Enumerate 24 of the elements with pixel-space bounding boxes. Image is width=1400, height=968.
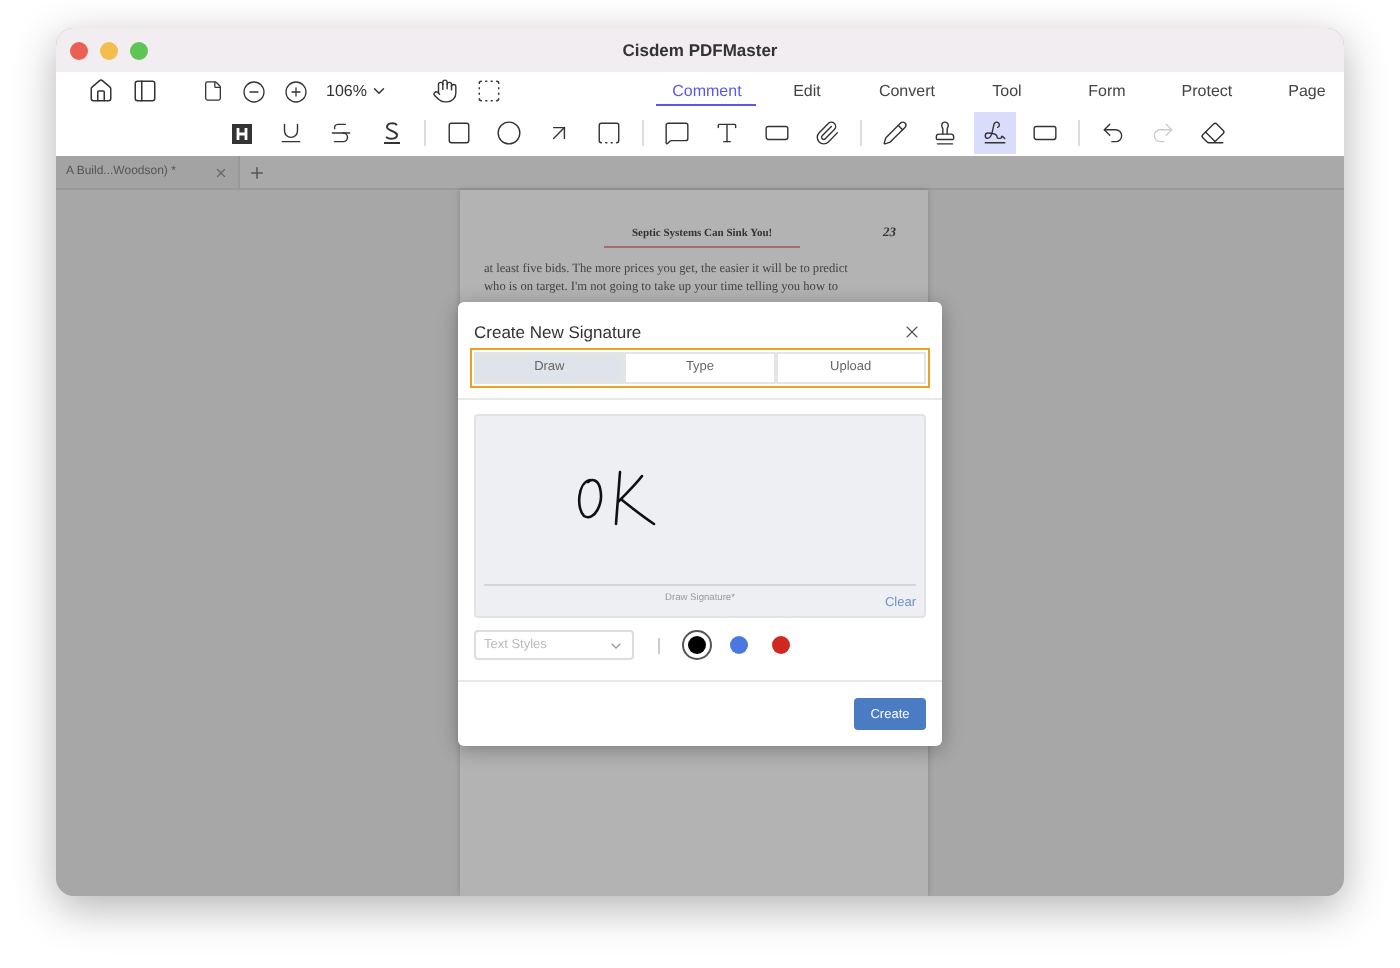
color-swatch[interactable] bbox=[772, 636, 790, 654]
window-title: Cisdem PDFMaster bbox=[622, 40, 778, 60]
zoom-in-icon[interactable] bbox=[284, 75, 308, 107]
dialog-title: Create New Signature bbox=[474, 322, 642, 342]
zoom-select[interactable]: 106% bbox=[326, 82, 389, 100]
mode-tab[interactable]: Page bbox=[1256, 77, 1344, 105]
selection-icon[interactable] bbox=[476, 75, 503, 107]
chevron-icon bbox=[370, 82, 389, 100]
hand-icon[interactable] bbox=[432, 75, 459, 107]
mode-tab[interactable]: Convert bbox=[856, 77, 957, 105]
page-icon[interactable] bbox=[202, 75, 224, 107]
close-window-button[interactable] bbox=[70, 41, 88, 59]
mode-tab[interactable]: Protect bbox=[1156, 77, 1257, 105]
signature-icon[interactable] bbox=[974, 112, 1016, 154]
sidebar-icon[interactable] bbox=[132, 75, 158, 107]
color-swatch[interactable] bbox=[688, 636, 706, 654]
home-icon[interactable] bbox=[88, 75, 114, 107]
zoom-out-icon[interactable] bbox=[242, 75, 266, 107]
color-swatch[interactable] bbox=[730, 636, 748, 654]
mode-tab[interactable]: Comment bbox=[656, 77, 757, 105]
mode-tab[interactable]: Edit bbox=[756, 77, 857, 105]
mode-tab[interactable]: Tool bbox=[956, 77, 1057, 105]
close-icon[interactable] bbox=[902, 322, 922, 342]
mode-tab[interactable]: Form bbox=[1056, 77, 1157, 105]
